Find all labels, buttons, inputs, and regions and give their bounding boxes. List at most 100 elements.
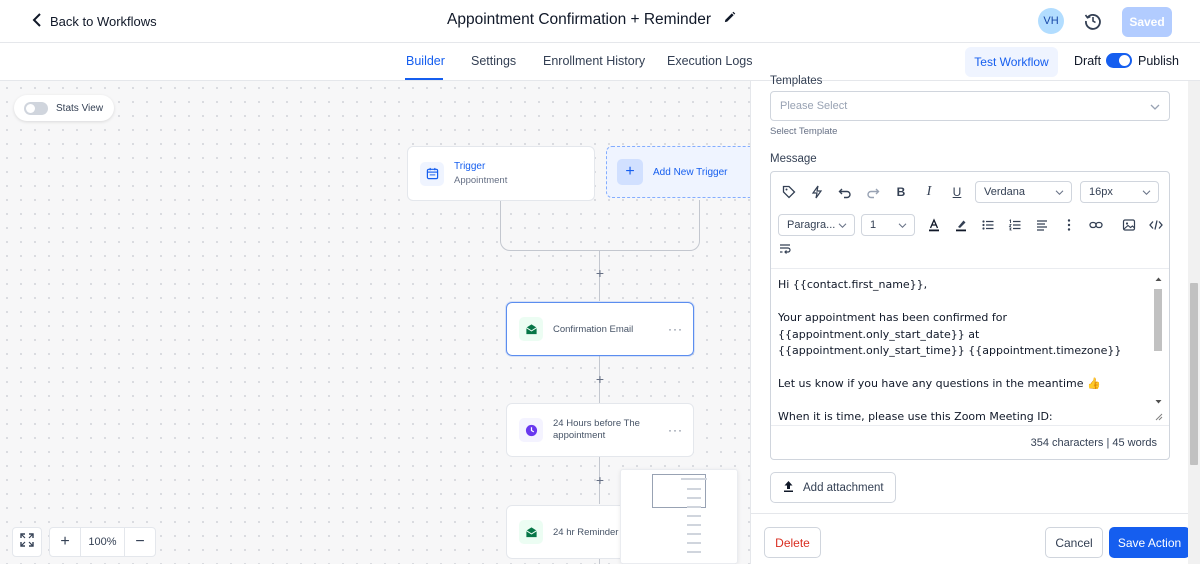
numbered-list-icon[interactable] xyxy=(1003,213,1027,237)
highlight-icon[interactable] xyxy=(949,213,973,237)
delete-button[interactable]: Delete xyxy=(764,527,821,558)
action-node-wait[interactable]: 24 Hours before The appointment ··· xyxy=(506,403,694,457)
template-select-placeholder: Please Select xyxy=(780,100,848,112)
node-label: 24 Hours before The appointment xyxy=(553,417,640,442)
block-format-select[interactable]: Paragra... xyxy=(778,214,855,236)
calendar-icon xyxy=(420,161,444,186)
lightning-icon[interactable] xyxy=(805,180,829,204)
workflow-canvas[interactable]: Stats View + + + Trigger Appointment + A… xyxy=(0,81,750,564)
redo-icon[interactable] xyxy=(861,180,885,204)
italic-icon[interactable]: I xyxy=(917,180,941,204)
publish-toggle[interactable] xyxy=(1106,53,1132,68)
plus-icon: + xyxy=(617,159,643,185)
add-attachment-label: Add attachment xyxy=(803,481,884,494)
page-scrollbar[interactable] xyxy=(1188,81,1200,564)
message-line: When it is time, please use this Zoom Me… xyxy=(778,410,1053,423)
character-word-counter: 354 characters | 45 words xyxy=(771,425,1169,459)
underline-icon[interactable]: U xyxy=(945,180,969,204)
stats-view-control[interactable]: Stats View xyxy=(14,95,114,121)
font-family-select[interactable]: Verdana xyxy=(975,181,1072,203)
add-new-trigger-button[interactable]: + Add New Trigger xyxy=(606,146,750,198)
font-family-value: Verdana xyxy=(984,186,1025,198)
template-select[interactable]: Please Select xyxy=(770,91,1170,121)
history-icon[interactable] xyxy=(1084,12,1102,30)
message-editor[interactable]: B I U Verdana 16px Paragra... 1 Hi {{con… xyxy=(770,171,1170,460)
add-step-plus-icon[interactable]: + xyxy=(594,473,606,487)
tag-icon[interactable] xyxy=(777,180,801,204)
message-text[interactable]: Hi {{contact.first_name}}, Your appointm… xyxy=(778,277,1150,426)
chevron-left-icon xyxy=(30,12,44,31)
add-step-plus-icon[interactable]: + xyxy=(594,266,606,280)
templates-label: Templates xyxy=(770,75,823,87)
more-options-icon[interactable]: ··· xyxy=(668,423,683,437)
trigger-subtitle: Appointment xyxy=(454,175,508,186)
saved-button[interactable]: Saved xyxy=(1122,7,1172,37)
fit-view-button[interactable] xyxy=(12,527,42,557)
node-label: 24 hr Reminder E xyxy=(553,526,628,538)
user-avatar[interactable]: VH xyxy=(1038,8,1064,34)
editor-toolbar-row xyxy=(771,236,1169,260)
add-attachment-button[interactable]: Add attachment xyxy=(770,472,896,503)
tab-bar: Builder Settings Enrollment History Exec… xyxy=(0,43,1200,81)
back-to-workflows-link[interactable]: Back to Workflows xyxy=(30,12,157,31)
editor-content[interactable]: Hi {{contact.first_name}}, Your appointm… xyxy=(771,268,1169,426)
tab-builder[interactable]: Builder xyxy=(406,54,445,68)
message-line: Your appointment has been confirmed for xyxy=(778,311,1008,324)
test-workflow-button[interactable]: Test Workflow xyxy=(965,47,1058,77)
image-icon[interactable] xyxy=(1117,213,1141,237)
panel-footer: Delete Cancel Save Action xyxy=(751,513,1200,564)
email-icon xyxy=(519,317,543,341)
connector-curve xyxy=(689,228,700,251)
link-icon[interactable] xyxy=(1084,213,1108,237)
connector-line xyxy=(500,200,501,228)
page-scrollbar-thumb[interactable] xyxy=(1190,283,1198,465)
align-icon[interactable] xyxy=(1030,213,1054,237)
message-line xyxy=(778,360,1150,377)
tab-execution-logs[interactable]: Execution Logs xyxy=(667,54,752,68)
bullet-list-icon[interactable] xyxy=(976,213,1000,237)
tab-settings[interactable]: Settings xyxy=(471,54,516,68)
more-vertical-icon[interactable] xyxy=(1057,213,1081,237)
tab-enrollment-history[interactable]: Enrollment History xyxy=(543,54,645,68)
zoom-out-button[interactable]: − xyxy=(125,528,155,556)
top-header: Back to Workflows Appointment Confirmati… xyxy=(0,0,1200,43)
message-line xyxy=(778,294,1150,311)
zoom-in-button[interactable]: + xyxy=(50,528,80,556)
bold-icon[interactable]: B xyxy=(889,180,913,204)
minimap[interactable] xyxy=(620,469,738,564)
code-icon[interactable] xyxy=(1144,213,1168,237)
clear-format-icon[interactable] xyxy=(773,236,797,260)
font-size-select[interactable]: 16px xyxy=(1080,181,1159,203)
line-height-select[interactable]: 1 xyxy=(861,214,915,236)
minimap-node xyxy=(687,515,701,517)
message-line: {{appointment.only_start_date}} at xyxy=(778,327,980,341)
more-options-icon[interactable]: ··· xyxy=(668,322,683,336)
pencil-icon[interactable] xyxy=(723,11,736,29)
add-step-plus-icon[interactable]: + xyxy=(594,372,606,386)
message-line: Let us know if you have any questions in… xyxy=(778,377,1101,390)
trigger-node[interactable]: Trigger Appointment xyxy=(407,146,595,201)
action-settings-panel: Templates Please Select Select Template … xyxy=(750,75,1200,564)
minimap-node xyxy=(687,506,701,508)
connector-line xyxy=(510,250,690,251)
message-line: {{appointment.only_start_time}} {{appoin… xyxy=(778,344,1122,357)
font-size-value: 16px xyxy=(1089,186,1113,198)
minimap-node xyxy=(687,542,701,544)
save-action-button[interactable]: Save Action xyxy=(1109,527,1190,558)
email-icon xyxy=(519,520,543,544)
cancel-button[interactable]: Cancel xyxy=(1045,527,1103,558)
editor-scrollbar-thumb[interactable] xyxy=(1154,289,1162,351)
trigger-title: Trigger xyxy=(454,161,486,172)
editor-toolbar-row: B I U Verdana 16px xyxy=(771,178,1169,206)
message-label: Message xyxy=(770,153,817,165)
stats-view-toggle[interactable] xyxy=(24,101,48,115)
add-trigger-label: Add New Trigger xyxy=(653,166,728,178)
minimap-node xyxy=(681,478,707,480)
line-height-value: 1 xyxy=(870,219,877,231)
text-color-icon[interactable] xyxy=(922,213,946,237)
undo-icon[interactable] xyxy=(833,180,857,204)
node-label: Confirmation Email xyxy=(553,323,634,335)
action-node-confirmation-email[interactable]: Confirmation Email ··· xyxy=(506,302,694,356)
minimap-node xyxy=(687,488,701,490)
message-line: Hi {{contact.first_name}}, xyxy=(778,278,928,291)
